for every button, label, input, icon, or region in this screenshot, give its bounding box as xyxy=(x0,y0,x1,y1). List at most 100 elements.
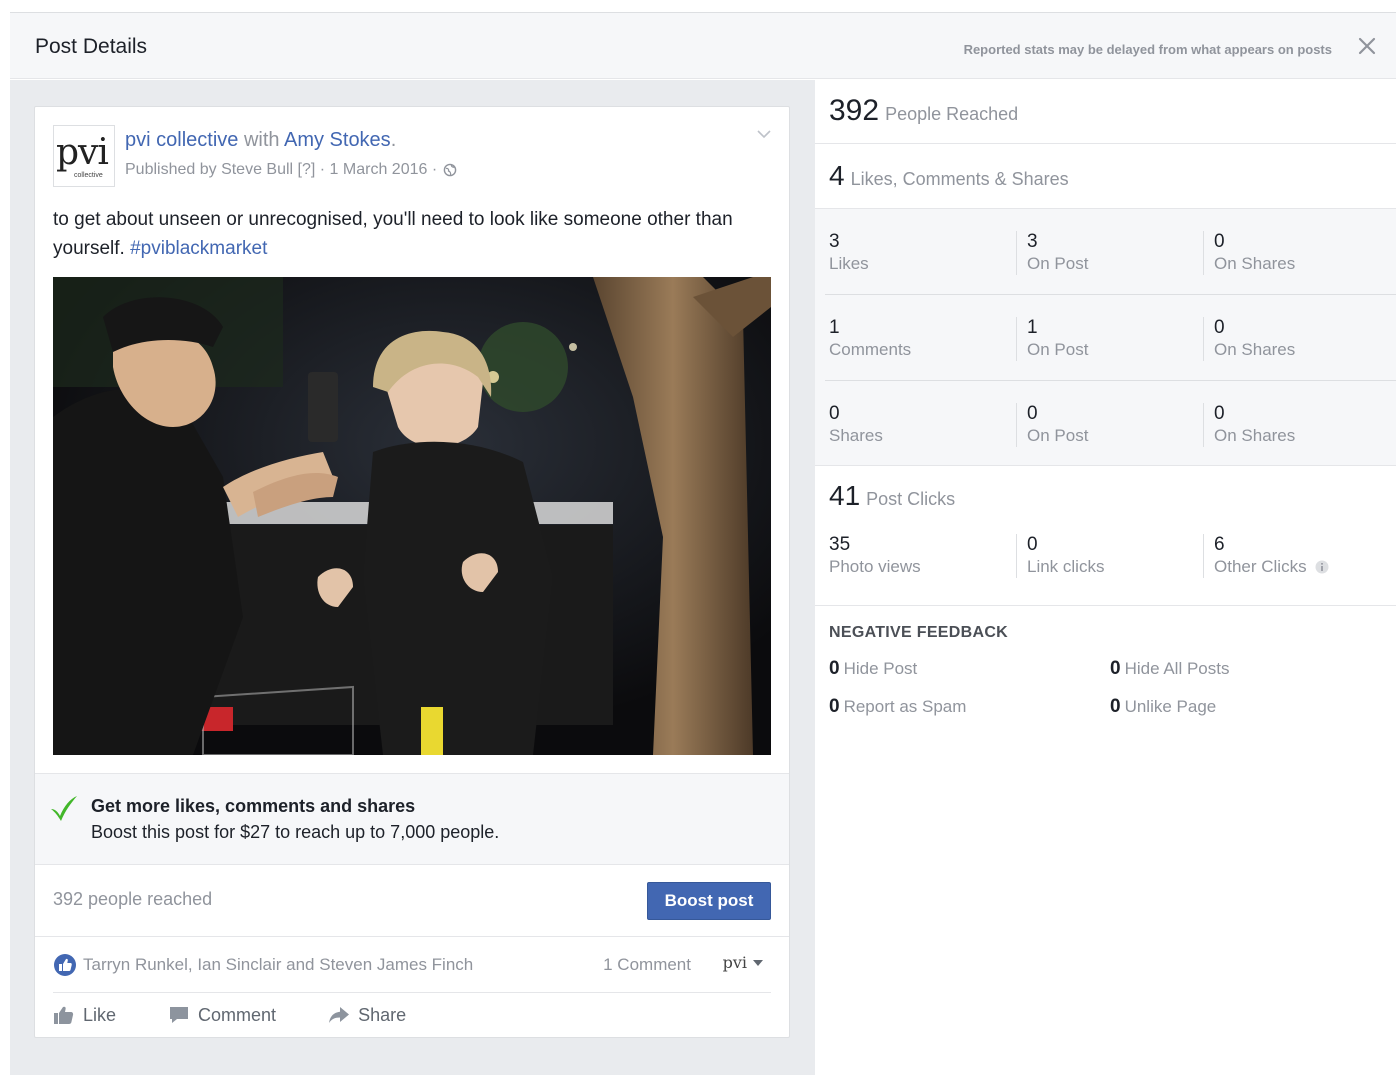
stat-value: 6 xyxy=(1214,534,1225,555)
neg-label: Hide Post xyxy=(843,659,918,678)
stat-comments-on-post: 1 On Post xyxy=(1016,317,1088,361)
modal-header: Post Details Reported stats may be delay… xyxy=(10,13,1396,79)
share-button[interactable]: Share xyxy=(328,1005,406,1026)
clicks-breakdown: 35 Photo views 0 Link clicks 6 Other Cli… xyxy=(815,526,1396,596)
stat-value: 3 xyxy=(829,231,840,252)
neg-label: Unlike Page xyxy=(1124,697,1217,716)
neg-unlike-page: 0 Unlike Page xyxy=(1110,696,1216,718)
avatar-logo-text: pvi xyxy=(56,132,109,173)
stat-value: 1 xyxy=(829,317,840,338)
comment-icon xyxy=(170,1007,189,1023)
reactors-names[interactable]: Tarryn Runkel, Ian Sinclair and Steven J… xyxy=(83,955,473,975)
post-preview-pane: pvi collective pvi collective with Amy S… xyxy=(10,80,815,1075)
thumbs-up-icon xyxy=(54,1006,74,1024)
hashtag-link[interactable]: #pviblackmarket xyxy=(130,238,267,259)
stat-label-with-info: Other Clicks xyxy=(1214,556,1329,578)
stat-label: On Shares xyxy=(1214,426,1296,445)
post-author-line: pvi collective with Amy Stokes. xyxy=(125,129,396,152)
page-voice-label: pvi xyxy=(722,953,747,972)
post-photo[interactable] xyxy=(53,277,771,755)
stat-label: Shares xyxy=(829,426,883,445)
engagement-breakdown: 3 Likes 3 On Post 0 On Shares 1 Comments xyxy=(815,208,1396,466)
stat-label: Link clicks xyxy=(1027,557,1105,576)
comment-button[interactable]: Comment xyxy=(168,1005,276,1026)
stats-delay-note: Reported stats may be delayed from what … xyxy=(963,42,1332,57)
engagement-summary: 4 Likes, Comments & Shares xyxy=(815,144,1396,208)
globe-icon[interactable] xyxy=(443,163,457,177)
post-details-modal: Post Details Reported stats may be delay… xyxy=(10,12,1396,1075)
reach-summary: 392 People Reached xyxy=(815,80,1396,144)
like-label: Like xyxy=(83,1004,117,1025)
stat-value: 35 xyxy=(829,534,851,555)
info-icon[interactable] xyxy=(1315,560,1329,574)
boost-promo-title: Get more likes, comments and shares xyxy=(91,796,416,816)
shares-row: 0 Shares 0 On Post 0 On Shares xyxy=(815,381,1396,467)
stat-value: 0 xyxy=(1027,534,1038,555)
share-label: Share xyxy=(358,1004,407,1025)
engagement-value: 4 xyxy=(829,160,845,191)
stat-label: Photo views xyxy=(829,557,921,576)
stat-label: Likes xyxy=(829,254,869,273)
stat-label: Comments xyxy=(829,340,912,359)
stat-label: On Post xyxy=(1027,426,1089,445)
stat-shares-on-shares: 0 On Shares xyxy=(1203,403,1295,447)
people-reached-text: 392 people reached xyxy=(53,889,213,909)
negative-feedback-title: NEGATIVE FEEDBACK xyxy=(829,624,1009,641)
comment-label: Comment xyxy=(198,1004,277,1025)
stat-likes: 3 Likes xyxy=(829,231,869,275)
stat-value: 0 xyxy=(1214,231,1225,252)
neg-value: 0 xyxy=(1110,696,1121,717)
neg-hide-post: 0 Hide Post xyxy=(829,658,917,680)
neg-hide-all-posts: 0 Hide All Posts xyxy=(1110,658,1229,680)
with-word: with xyxy=(243,129,280,151)
neg-report-spam: 0 Report as Spam xyxy=(829,696,966,718)
modal-title: Post Details xyxy=(35,35,148,58)
reactions-row: Tarryn Runkel, Ian Sinclair and Steven J… xyxy=(53,937,771,993)
likes-row: 3 Likes 3 On Post 0 On Shares xyxy=(815,209,1396,295)
tagged-person-link[interactable]: Amy Stokes xyxy=(284,129,391,151)
avatar-logo-subtext: collective xyxy=(74,172,103,179)
reach-value: 392 xyxy=(829,94,880,127)
like-button[interactable]: Like xyxy=(53,1005,116,1026)
stat-label: On Post xyxy=(1027,340,1089,359)
post-clicks-summary: 41 Post Clicks 35 Photo views 0 Link clic… xyxy=(815,466,1396,606)
insights-pane: 392 People Reached 4 Likes, Comments & Sha… xyxy=(815,80,1396,1075)
neg-value: 0 xyxy=(829,696,840,717)
reach-label: People Reached xyxy=(885,104,1019,124)
boost-promo: Get more likes, comments and shares Boos… xyxy=(35,773,789,865)
neg-value: 0 xyxy=(1110,658,1121,679)
stat-label: On Post xyxy=(1027,254,1089,273)
comments-row: 1 Comments 1 On Post 0 On Shares xyxy=(815,295,1396,381)
neg-label: Hide All Posts xyxy=(1124,659,1230,678)
post-publish-info: Published by Steve Bull [?] · 1 March 20… xyxy=(125,161,438,178)
checkmark-icon xyxy=(51,796,77,821)
chevron-down-icon[interactable] xyxy=(755,127,773,141)
reach-row: 392 people reached Boost post xyxy=(35,865,789,937)
post-meta: Published by Steve Bull [?] · 1 March 20… xyxy=(125,161,457,179)
page-name-link[interactable]: pvi collective xyxy=(125,129,238,151)
close-icon[interactable] xyxy=(1356,35,1378,57)
stat-shares: 0 Shares xyxy=(829,403,883,447)
neg-label: Report as Spam xyxy=(843,697,967,716)
stat-value: 1 xyxy=(1027,317,1038,338)
stat-other-clicks: 6 Other Clicks xyxy=(1203,534,1329,578)
page-avatar[interactable]: pvi collective xyxy=(53,125,115,187)
stat-value: 0 xyxy=(1027,403,1038,424)
stat-label: On Shares xyxy=(1214,340,1296,359)
stat-value: 0 xyxy=(1214,403,1225,424)
caret-down-icon xyxy=(753,959,763,966)
stat-comments-on-shares: 0 On Shares xyxy=(1203,317,1295,361)
stat-shares-on-post: 0 On Post xyxy=(1016,403,1088,447)
engagement-label: Likes, Comments & Shares xyxy=(850,169,1069,189)
stat-value: 3 xyxy=(1027,231,1038,252)
page-voice-selector[interactable]: pvi xyxy=(723,953,763,972)
boost-post-button[interactable]: Boost post xyxy=(647,882,771,920)
boost-promo-subtitle: Boost this post for $27 to reach up to 7… xyxy=(91,822,500,842)
post-actions: Like Comment Share xyxy=(53,993,771,1037)
stat-likes-on-shares: 0 On Shares xyxy=(1203,231,1295,275)
clicks-label: Post Clicks xyxy=(866,489,956,509)
comment-count-link[interactable]: 1 Comment xyxy=(603,955,691,975)
stat-link-clicks: 0 Link clicks xyxy=(1016,534,1104,578)
stat-value: 0 xyxy=(829,403,840,424)
stat-comments: 1 Comments xyxy=(829,317,911,361)
